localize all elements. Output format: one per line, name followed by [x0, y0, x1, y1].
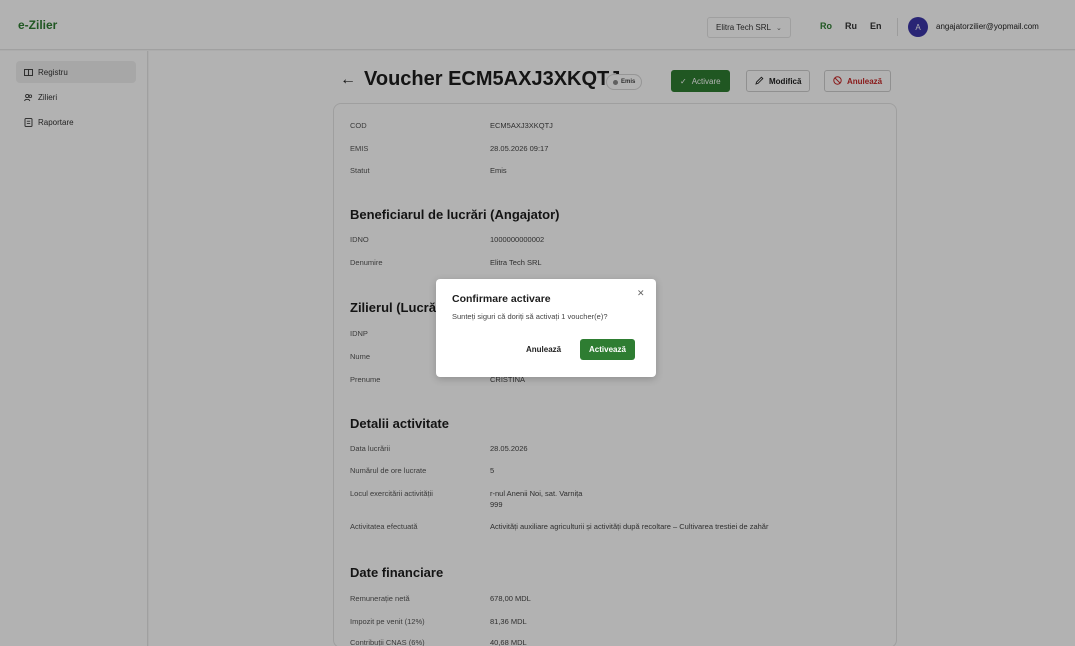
- dialog-confirm-button[interactable]: Activează: [580, 339, 635, 360]
- close-icon[interactable]: ✕: [637, 288, 645, 299]
- dialog-message: Sunteți siguri că doriți să activați 1 v…: [452, 312, 608, 321]
- dialog-cancel-button[interactable]: Anulează: [526, 339, 561, 360]
- confirm-activation-dialog: Confirmare activare ✕ Sunteți siguri că …: [436, 279, 656, 377]
- dialog-title: Confirmare activare: [452, 293, 551, 305]
